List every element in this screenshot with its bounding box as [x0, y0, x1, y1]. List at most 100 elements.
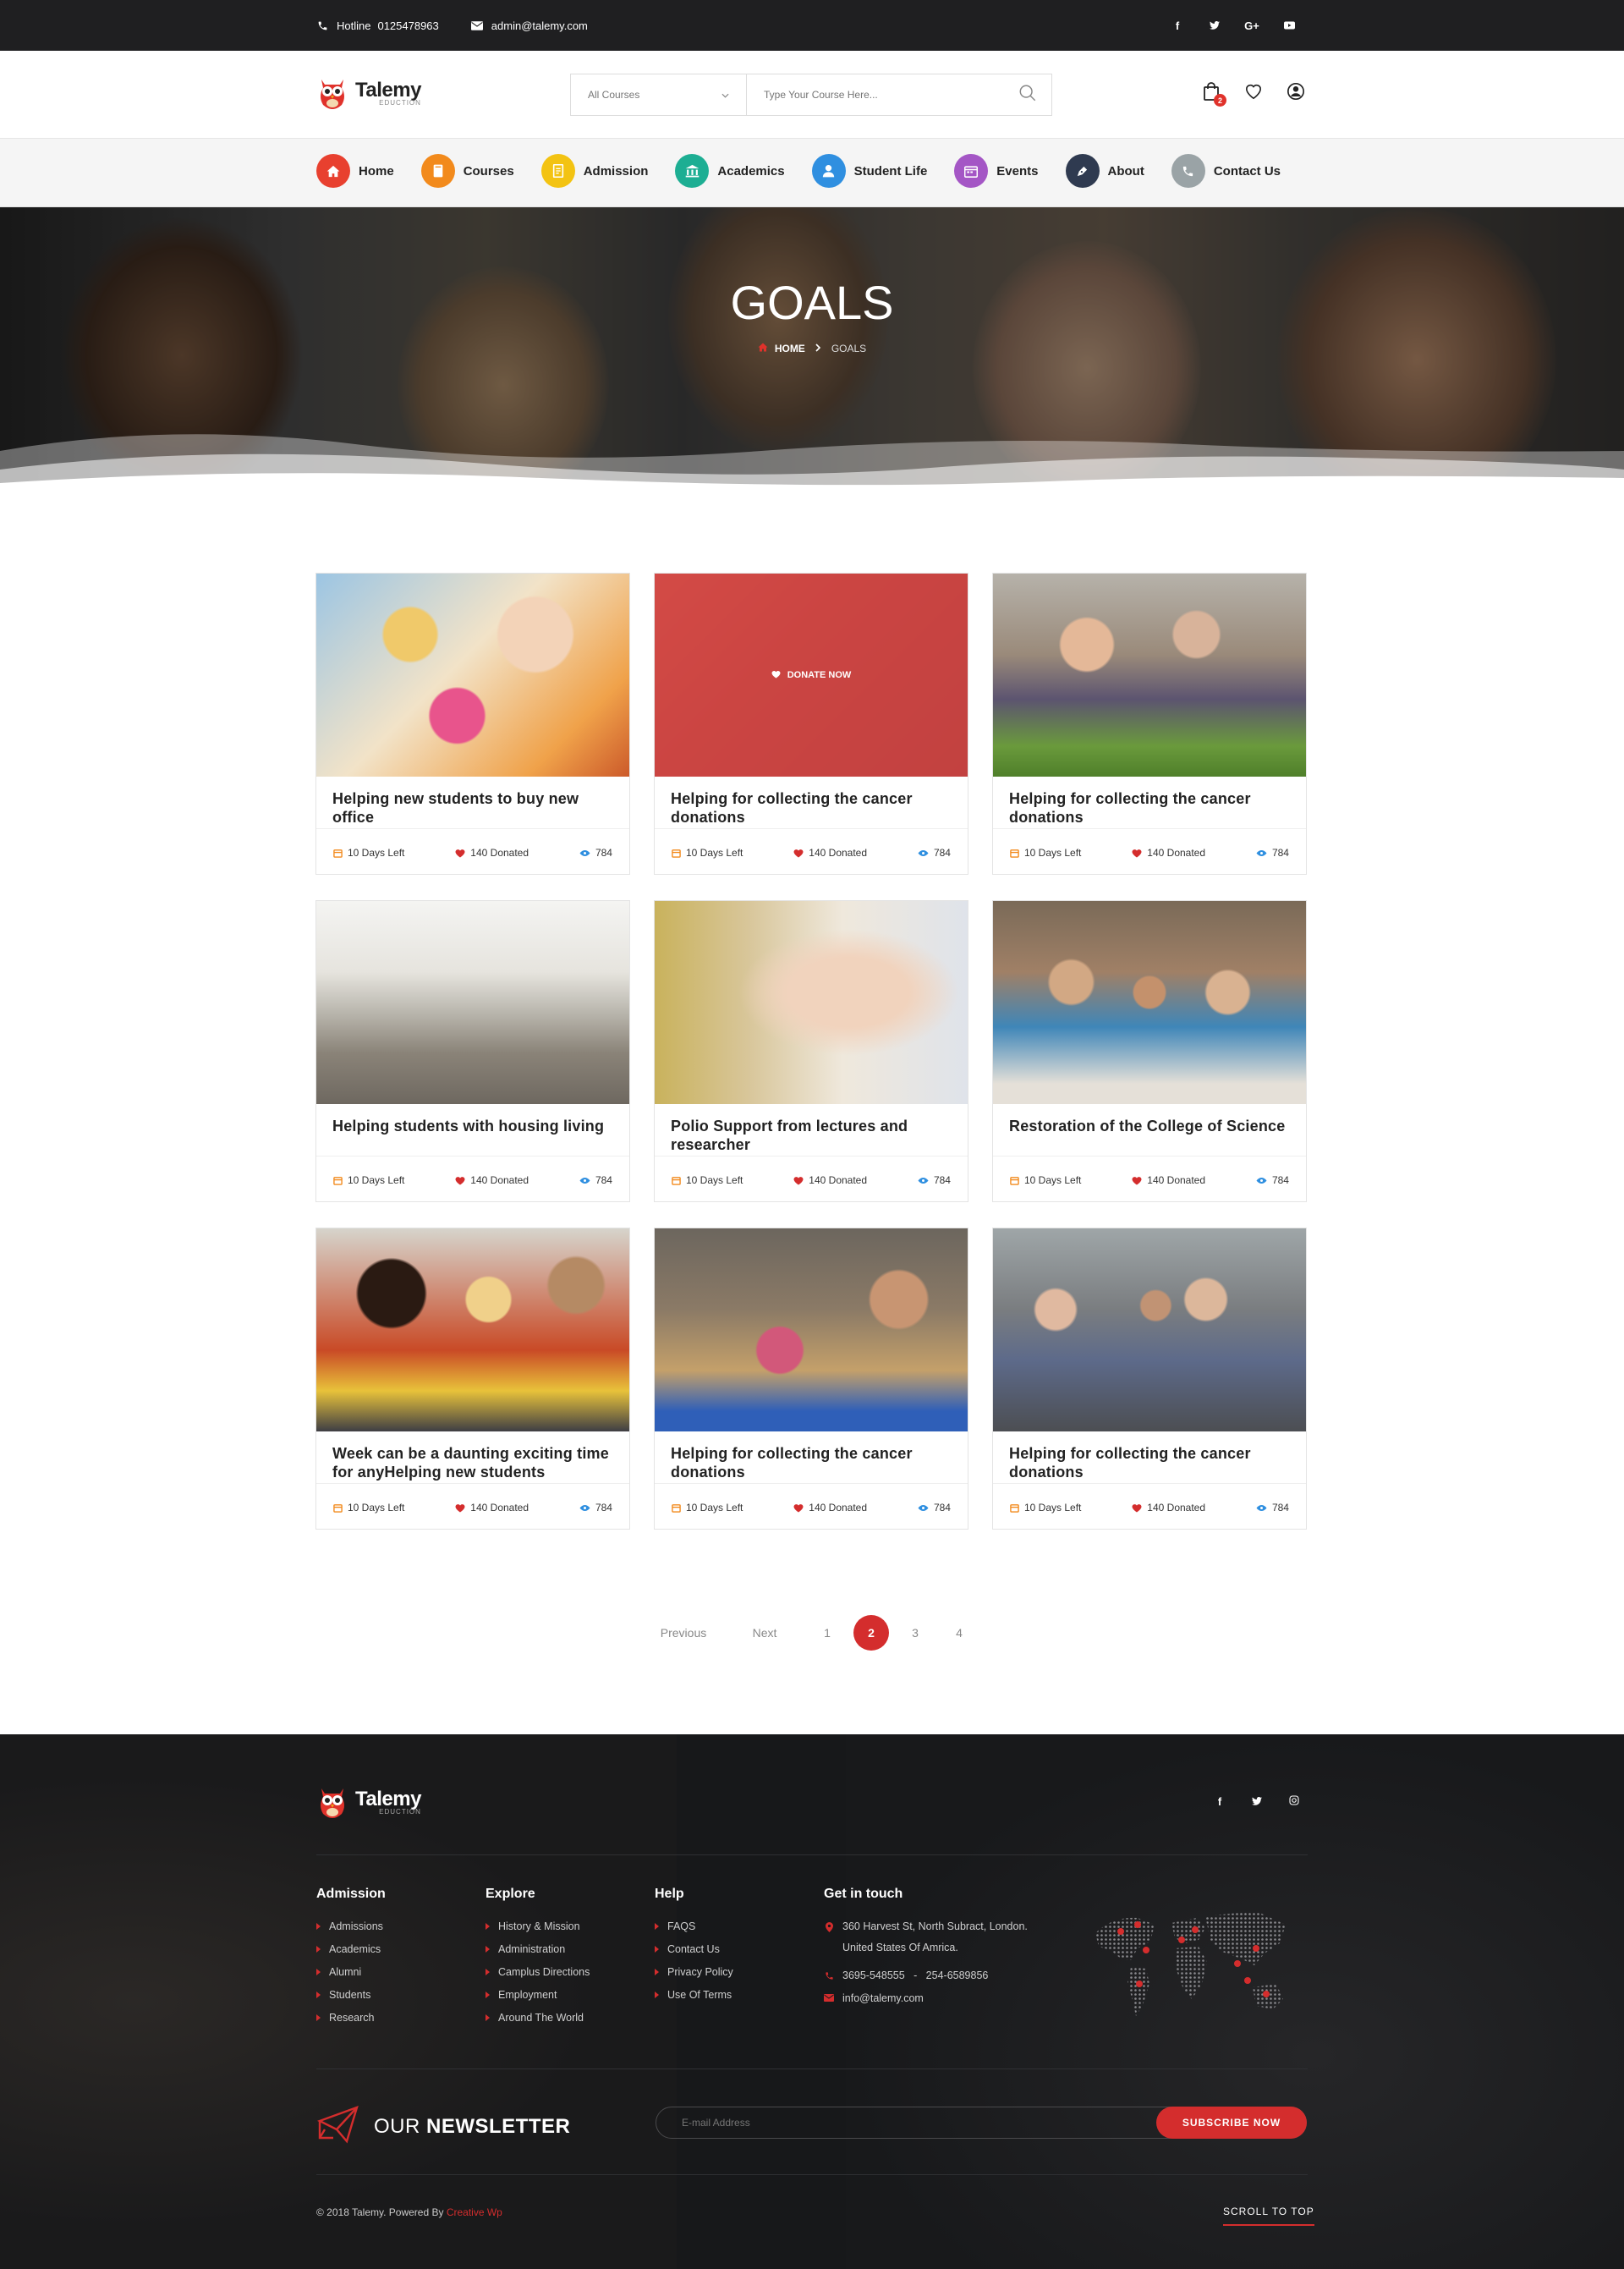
previous-page-link[interactable]: Previous [643, 1626, 724, 1640]
account-button[interactable] [1286, 82, 1306, 103]
footer-link[interactable]: Admissions [316, 1920, 386, 1932]
goal-card-title[interactable]: Polio Support from lectures and research… [671, 1117, 954, 1154]
goal-card-image[interactable] [993, 901, 1306, 1104]
search-input[interactable] [747, 74, 1004, 115]
heart-icon [1132, 1176, 1142, 1185]
footer-link[interactable]: Alumni [316, 1966, 386, 1978]
goal-card-title[interactable]: Helping for collecting the cancer donati… [1009, 1444, 1292, 1481]
page-number-2[interactable]: 2 [853, 1615, 889, 1651]
email-item[interactable]: info@talemy.com [824, 1992, 1028, 2004]
goal-card-image[interactable] [316, 1228, 629, 1431]
footer-logo[interactable]: Talemy EDUCTION [316, 1783, 421, 1821]
building-icon [675, 154, 710, 188]
page-number-1[interactable]: 1 [809, 1615, 845, 1651]
goal-card-title[interactable]: Helping for collecting the cancer donati… [671, 789, 954, 827]
goal-card-image[interactable] [316, 574, 629, 777]
footer-link[interactable]: History & Mission [486, 1920, 590, 1932]
goal-card-image[interactable] [993, 574, 1306, 777]
donated-count: 140 Donated [1132, 1502, 1205, 1514]
phone-icon [824, 1970, 834, 1981]
footer-link[interactable]: Administration [486, 1943, 590, 1955]
goal-card-title[interactable]: Helping new students to buy new office [332, 789, 616, 827]
views-count: 784 [918, 847, 951, 859]
breadcrumb-home[interactable]: HOME [758, 343, 805, 354]
footer-link[interactable]: Privacy Policy [655, 1966, 733, 1978]
page-number-4[interactable]: 4 [941, 1615, 977, 1651]
facebook-icon[interactable]: f [1201, 1795, 1238, 1808]
footer-link[interactable]: Academics [316, 1943, 386, 1955]
eye-icon [918, 849, 929, 857]
goal-card-meta: 10 Days Left 140 Donated 784 [333, 1174, 612, 1186]
donate-now-button[interactable]: DONATE NOW [655, 574, 968, 777]
goal-card-title[interactable]: Restoration of the College of Science [1009, 1117, 1292, 1135]
nav-item-about[interactable]: About [1065, 154, 1144, 188]
nav-item-home[interactable]: Home [316, 154, 394, 188]
site-header: Talemy EDUCTION All Courses 2 [0, 51, 1624, 139]
goal-card-image[interactable]: DONATE NOW [655, 574, 968, 777]
footer-social: f [1201, 1795, 1313, 1808]
goal-card[interactable]: Polio Support from lectures and research… [654, 900, 968, 1202]
goal-card[interactable]: DONATE NOW Helping for collecting the ca… [654, 573, 968, 875]
views-text: 784 [595, 1502, 612, 1514]
powered-by-link[interactable]: Creative Wp [447, 2206, 502, 2218]
subscribe-button[interactable]: SUBSCRIBE NOW [1156, 2107, 1307, 2139]
footer-link[interactable]: Research [316, 2012, 386, 2024]
twitter-icon[interactable] [1196, 19, 1233, 32]
home-icon [316, 154, 350, 188]
category-select[interactable]: All Courses [571, 74, 747, 115]
nav-item-events[interactable]: Events [954, 154, 1039, 188]
goal-card[interactable]: Helping new students to buy new office 1… [315, 573, 630, 875]
footer-link[interactable]: Use Of Terms [655, 1989, 733, 2001]
footer-link[interactable]: Employment [486, 1989, 590, 2001]
goal-card-title[interactable]: Helping for collecting the cancer donati… [671, 1444, 954, 1481]
nav-item-admission[interactable]: Admission [540, 154, 648, 188]
goal-card-image[interactable] [993, 1228, 1306, 1431]
youtube-icon[interactable] [1270, 19, 1308, 32]
facebook-icon[interactable]: f [1159, 19, 1196, 32]
instagram-icon[interactable] [1276, 1795, 1313, 1808]
views-text: 784 [1271, 1174, 1289, 1186]
card-divider [316, 1483, 629, 1484]
donated-count: 140 Donated [1132, 847, 1205, 859]
goal-card[interactable]: Restoration of the College of Science 10… [992, 900, 1307, 1202]
bullet-arrow-icon [486, 1946, 490, 1953]
nav-item-academics[interactable]: Academics [675, 154, 785, 188]
next-page-link[interactable]: Next [724, 1626, 805, 1640]
goal-card-title[interactable]: Week can be a daunting exciting time for… [332, 1444, 616, 1481]
goal-card[interactable]: Helping for collecting the cancer donati… [992, 573, 1307, 875]
goal-card[interactable]: Helping for collecting the cancer donati… [992, 1228, 1307, 1530]
hotline[interactable]: Hotline 0125478963 [316, 19, 439, 32]
goal-card-image[interactable] [316, 901, 629, 1104]
wishlist-button[interactable] [1243, 83, 1264, 103]
email-contact[interactable]: admin@talemy.com [470, 19, 588, 32]
footer-link[interactable]: Around The World [486, 2012, 590, 2024]
goal-card[interactable]: Helping students with housing living 10 … [315, 900, 630, 1202]
calendar-icon [333, 1503, 343, 1513]
heart-icon [455, 849, 465, 858]
goal-card-title[interactable]: Helping for collecting the cancer donati… [1009, 789, 1292, 827]
scroll-to-top-link[interactable]: SCROLL TO TOP [1223, 2206, 1314, 2226]
google-plus-icon[interactable]: G+ [1233, 19, 1270, 32]
goal-card-title[interactable]: Helping students with housing living [332, 1117, 616, 1135]
nav-item-courses[interactable]: Courses [420, 154, 514, 188]
cart-button[interactable]: 2 [1201, 81, 1226, 107]
footer-link[interactable]: Camplus Directions [486, 1966, 590, 1978]
newsletter-email-input[interactable] [682, 2107, 1105, 2138]
footer-link-label: Camplus Directions [498, 1966, 590, 1978]
footer-link[interactable]: FAQS [655, 1920, 733, 1932]
goal-card[interactable]: Week can be a daunting exciting time for… [315, 1228, 630, 1530]
goal-card-image[interactable] [655, 901, 968, 1104]
search-button[interactable] [1004, 74, 1051, 115]
footer-link-label: Students [329, 1989, 371, 2001]
nav-item-contact-us[interactable]: Contact Us [1171, 154, 1281, 188]
bullet-arrow-icon [486, 1992, 490, 1998]
nav-item-student-life[interactable]: Student Life [811, 154, 927, 188]
goal-card[interactable]: Helping for collecting the cancer donati… [654, 1228, 968, 1530]
days-left: 10 Days Left [1010, 1174, 1081, 1186]
page-number-3[interactable]: 3 [897, 1615, 933, 1651]
goal-card-image[interactable] [655, 1228, 968, 1431]
footer-link[interactable]: Students [316, 1989, 386, 2001]
twitter-icon[interactable] [1238, 1795, 1276, 1808]
footer-link[interactable]: Contact Us [655, 1943, 733, 1955]
site-logo[interactable]: Talemy EDUCTION [316, 74, 421, 112]
